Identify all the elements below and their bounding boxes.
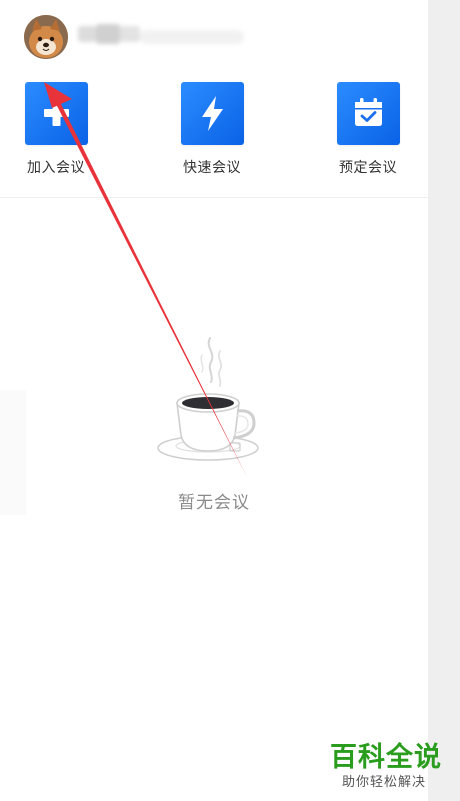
quick-actions: 加入会议 快速会议 预定会议 (0, 82, 428, 182)
schedule-meeting-button[interactable]: 预定会议 (323, 82, 413, 182)
watermark-subtitle: 助你轻松解决 (342, 775, 427, 790)
coffee-cup-icon (157, 337, 259, 461)
watermark: 百科全说 助你轻松解决 (330, 735, 450, 795)
plus-icon (24, 82, 88, 145)
side-strip (428, 0, 460, 801)
edge-shadow (0, 390, 26, 515)
calendar-check-icon (336, 82, 400, 145)
dog-avatar-icon[interactable] (24, 15, 68, 59)
lightning-icon (180, 82, 244, 145)
join-meeting-button[interactable]: 加入会议 (11, 82, 101, 182)
meeting-home-screen: 加入会议 快速会议 预定会议 暂无会议 (0, 0, 428, 801)
username-blurred (78, 20, 246, 48)
empty-state: 暂无会议 (150, 335, 278, 515)
section-divider (0, 197, 428, 198)
schedule-meeting-label: 预定会议 (339, 160, 397, 176)
quick-meeting-label: 快速会议 (183, 160, 241, 176)
empty-state-text: 暂无会议 (178, 493, 250, 513)
watermark-title: 百科全说 (330, 742, 442, 773)
quick-meeting-button[interactable]: 快速会议 (167, 82, 257, 182)
join-meeting-label: 加入会议 (27, 160, 85, 176)
